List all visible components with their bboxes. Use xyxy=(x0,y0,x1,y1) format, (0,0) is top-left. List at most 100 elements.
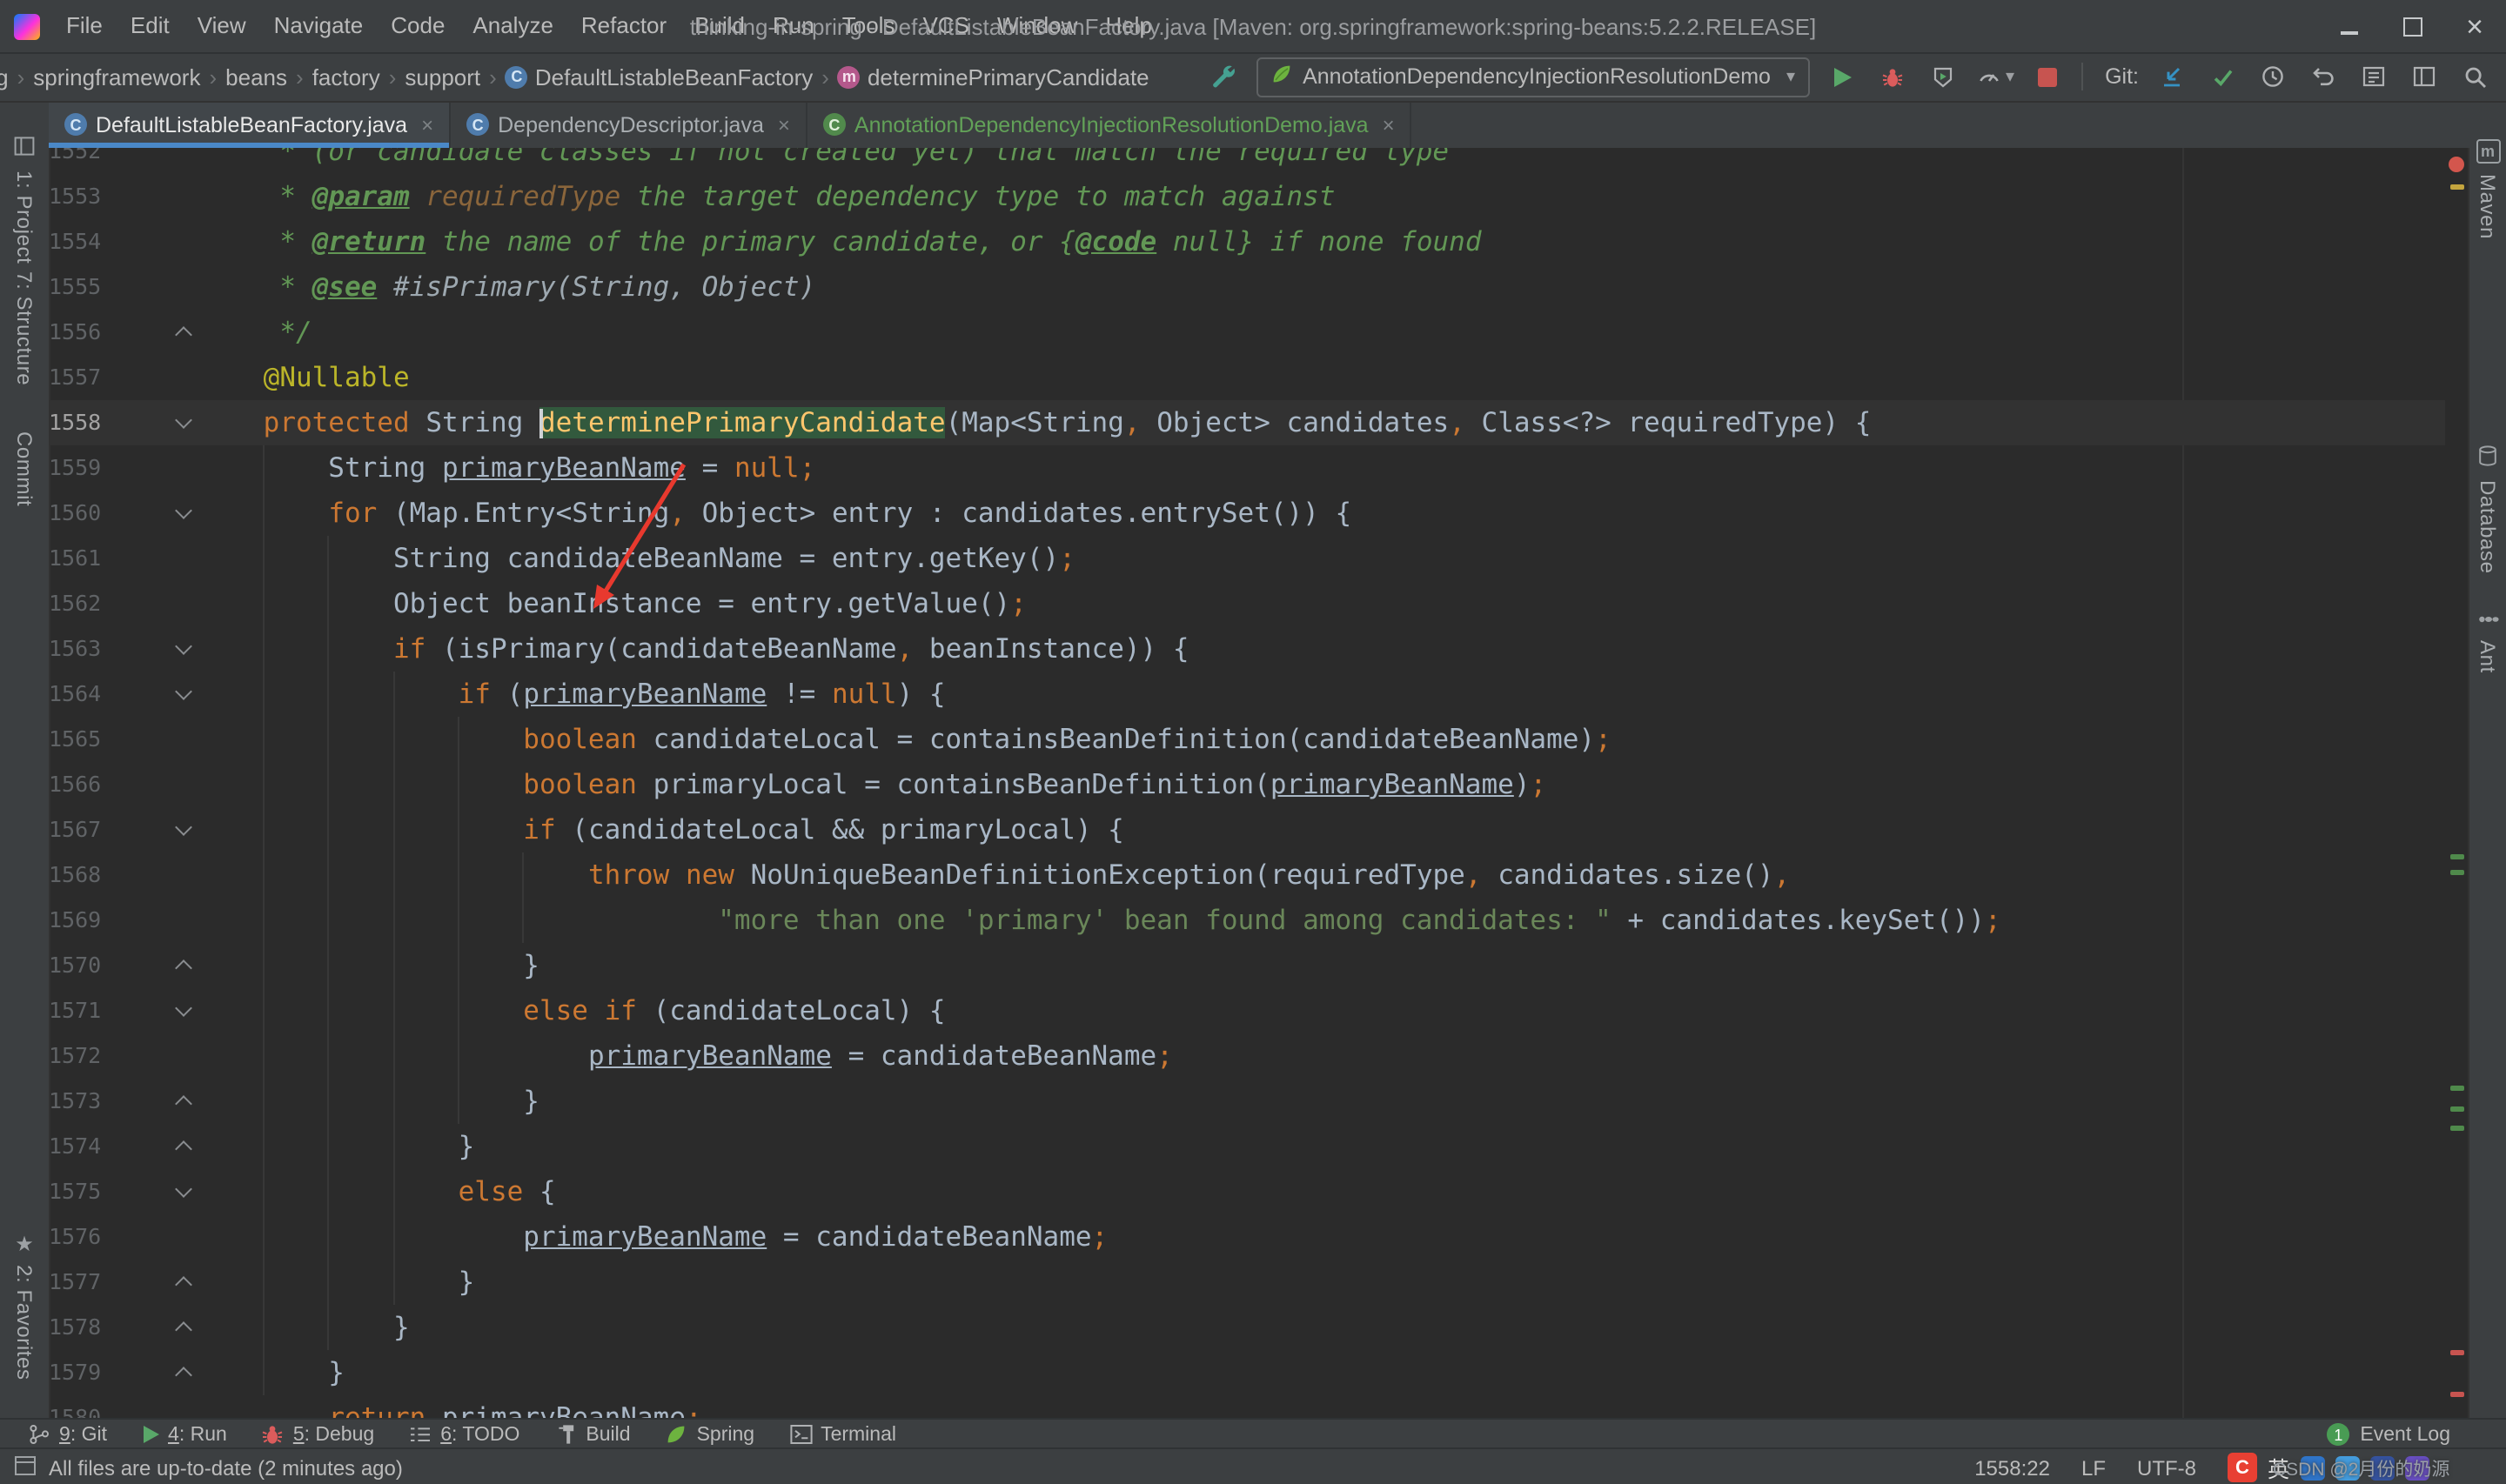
line-number[interactable]: 1564 xyxy=(49,672,101,717)
menu-navigate[interactable]: Navigate xyxy=(260,0,378,52)
code-line[interactable]: 1562 Object beanInstance = entry.getValu… xyxy=(49,581,2445,626)
line-number[interactable]: 1561 xyxy=(49,536,101,581)
sidebar-item-structure[interactable]: 7: Structure xyxy=(0,271,49,385)
code-line[interactable]: 1557 @Nullable xyxy=(49,355,2445,400)
encoding-widget[interactable]: UTF-8 xyxy=(2137,1455,2196,1480)
line-number[interactable]: 1569 xyxy=(49,898,101,943)
breadcrumb-item[interactable]: m determinePrimaryCandidate xyxy=(836,64,1151,90)
line-number[interactable]: 1555 xyxy=(49,264,101,310)
fold-up-icon[interactable] xyxy=(171,1124,195,1169)
update-project-button[interactable] xyxy=(2154,57,2189,96)
line-number[interactable]: 1557 xyxy=(49,355,101,400)
editor-tab[interactable]: C DependencyDescriptor.java × xyxy=(451,101,807,148)
editor-tab[interactable]: C AnnotationDependencyInjectionResolution… xyxy=(807,101,1412,148)
fold-down-icon[interactable] xyxy=(171,807,195,852)
line-number[interactable]: 1554 xyxy=(49,219,101,264)
code-line[interactable]: 1576 primaryBeanName = candidateBeanName… xyxy=(49,1214,2445,1260)
editor-tab[interactable]: C DefaultListableBeanFactory.java × xyxy=(49,101,452,148)
fold-down-icon[interactable] xyxy=(171,626,195,672)
fold-up-icon[interactable] xyxy=(171,1079,195,1124)
close-button[interactable]: × xyxy=(2443,0,2506,52)
toolwindow-button-spring[interactable]: Spring xyxy=(648,1420,773,1449)
line-number[interactable]: 1576 xyxy=(49,1214,101,1260)
menu-refactor[interactable]: Refactor xyxy=(567,0,680,52)
breadcrumb-item[interactable]: org xyxy=(0,64,10,90)
close-icon[interactable]: × xyxy=(1383,112,1395,137)
code-line[interactable]: 1554 * @return the name of the primary c… xyxy=(49,219,2445,264)
breadcrumb-item[interactable]: springframework xyxy=(31,64,202,90)
sidebar-item-maven[interactable]: m Maven xyxy=(2469,139,2506,239)
line-number[interactable]: 1562 xyxy=(49,581,101,626)
code-line[interactable]: 1555 * @see #isPrimary(String, Object) xyxy=(49,264,2445,310)
line-number[interactable]: 1571 xyxy=(49,988,101,1033)
search-everywhere-button[interactable] xyxy=(2457,57,2492,96)
fold-up-icon[interactable] xyxy=(171,943,195,988)
inspection-error-indicator[interactable] xyxy=(2449,157,2464,172)
code-line[interactable]: 1574 } xyxy=(49,1124,2445,1169)
menu-analyze[interactable]: Analyze xyxy=(459,0,567,52)
debug-button[interactable] xyxy=(1875,57,1910,96)
status-widget-icon[interactable] xyxy=(14,1454,37,1481)
sidebar-item-favorites[interactable]: ★ 2: Favorites xyxy=(0,1233,49,1380)
fold-down-icon[interactable] xyxy=(171,400,195,445)
close-icon[interactable]: × xyxy=(421,112,433,137)
toolwindow-button-5-debug[interactable]: 5: Debug xyxy=(245,1420,392,1449)
toolwindow-button-9-git[interactable]: 9: Git xyxy=(10,1420,124,1449)
menu-file[interactable]: File xyxy=(52,0,117,52)
minimize-button[interactable] xyxy=(2318,0,2381,52)
code-line[interactable]: 1570 } xyxy=(49,943,2445,988)
code-line[interactable]: 1575 else { xyxy=(49,1169,2445,1214)
fold-up-icon[interactable] xyxy=(171,1305,195,1350)
profiler-button[interactable]: ▾ xyxy=(1976,57,2014,96)
fold-down-icon[interactable] xyxy=(171,1169,195,1214)
stop-button[interactable] xyxy=(2030,57,2065,96)
event-log-button[interactable]: 1 Event Log xyxy=(2327,1423,2496,1446)
code-line[interactable]: 1568 throw new NoUniqueBeanDefinitionExc… xyxy=(49,852,2445,898)
sidebar-item-ant[interactable]: Ant xyxy=(2469,609,2506,673)
line-number[interactable]: 1565 xyxy=(49,717,101,762)
code-line[interactable]: 1573 } xyxy=(49,1079,2445,1124)
run-with-coverage-button[interactable] xyxy=(1926,57,1960,96)
line-number[interactable]: 1559 xyxy=(49,445,101,491)
code-line[interactable]: 1567 if (candidateLocal && primaryLocal)… xyxy=(49,807,2445,852)
line-number[interactable]: 1563 xyxy=(49,626,101,672)
line-number[interactable]: 1580 xyxy=(49,1395,101,1418)
sidebar-item-project[interactable]: 1: Project xyxy=(0,136,49,264)
line-number[interactable]: 1560 xyxy=(49,491,101,536)
toolwindow-button-build[interactable]: Build xyxy=(537,1420,647,1449)
code-line[interactable]: 1580 return primaryBeanName; xyxy=(49,1395,2445,1418)
line-separator-widget[interactable]: LF xyxy=(2081,1455,2106,1480)
code-line[interactable]: 1560 for (Map.Entry<String, Object> entr… xyxy=(49,491,2445,536)
menu-view[interactable]: View xyxy=(184,0,260,52)
code-line[interactable]: 1563 if (isPrimary(candidateBeanName, be… xyxy=(49,626,2445,672)
line-number[interactable]: 1553 xyxy=(49,174,101,219)
code-line[interactable]: 1572 primaryBeanName = candidateBeanName… xyxy=(49,1033,2445,1079)
maximize-button[interactable] xyxy=(2381,0,2443,52)
line-number[interactable]: 1578 xyxy=(49,1305,101,1350)
toolwindow-button-4-run[interactable]: 4: Run xyxy=(124,1420,245,1449)
run-button[interactable] xyxy=(1825,57,1859,96)
line-number[interactable]: 1575 xyxy=(49,1169,101,1214)
line-number[interactable]: 1567 xyxy=(49,807,101,852)
code-line[interactable]: 1577 } xyxy=(49,1260,2445,1305)
code-line[interactable]: 1569 "more than one 'primary' bean found… xyxy=(49,898,2445,943)
code-line[interactable]: 1564 if (primaryBeanName != null) { xyxy=(49,672,2445,717)
line-number[interactable]: 1577 xyxy=(49,1260,101,1305)
rollback-button[interactable] xyxy=(2306,57,2341,96)
line-number[interactable]: 1573 xyxy=(49,1079,101,1124)
breadcrumb-item[interactable]: support xyxy=(403,64,482,90)
sidebar-item-database[interactable]: Database xyxy=(2469,445,2506,574)
line-number[interactable]: 1558 xyxy=(49,400,101,445)
line-number[interactable]: 1566 xyxy=(49,762,101,807)
layout-button[interactable] xyxy=(2407,57,2442,96)
setup-wrench-icon[interactable] xyxy=(1205,57,1240,96)
breadcrumb-item[interactable]: beans xyxy=(224,64,289,90)
menu-code[interactable]: Code xyxy=(377,0,459,52)
toolwindow-button-terminal[interactable]: Terminal xyxy=(772,1420,914,1449)
run-configuration-selector[interactable]: AnnotationDependencyInjectionResolutionD… xyxy=(1256,57,1810,97)
code-line[interactable]: 1559 String primaryBeanName = null; xyxy=(49,445,2445,491)
line-number[interactable]: 1574 xyxy=(49,1124,101,1169)
line-number[interactable]: 1552 xyxy=(49,148,101,174)
line-number[interactable]: 1568 xyxy=(49,852,101,898)
breadcrumb-item[interactable]: C DefaultListableBeanFactory xyxy=(504,64,814,90)
